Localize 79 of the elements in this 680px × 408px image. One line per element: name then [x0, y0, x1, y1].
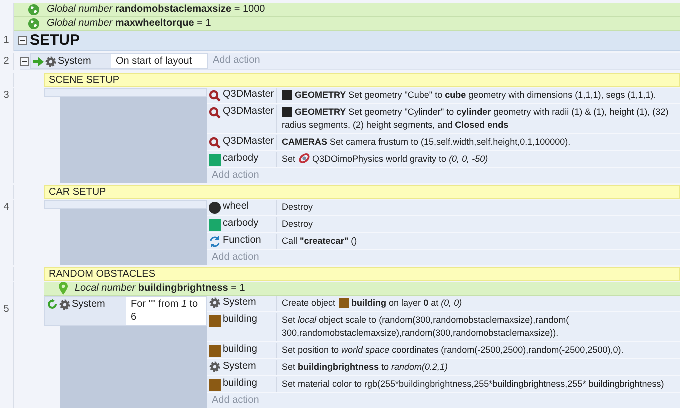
globe-icon [28, 4, 40, 16]
group-bar[interactable]: RANDOM OBSTACLES [44, 267, 680, 281]
cycle-arrows-icon [209, 236, 221, 248]
object-name: System [58, 56, 92, 68]
condition-block[interactable]: System On start of layout [30, 53, 208, 69]
object-name: Q3DMaster [223, 106, 274, 118]
action-text: Set local object scale to (random(300,randomobstaclemaxsize),random( 300,randomobstaclemaxsize),random(300,randomobstaclemaxsize)). [282, 315, 570, 338]
loop-icon [47, 299, 58, 310]
magnifier-icon [209, 90, 221, 102]
action-row[interactable]: Q3DMaster GEOMETRY Set geometry "Cylinder" to cylinder geometry with radii (1) & (1), height (1), (32) radius segments, (2) height segments, and Closed ends [207, 105, 680, 134]
object-name: System [72, 299, 106, 311]
action-text: Q3DOimoPhysics world gravity to (0, 0, -50) [312, 154, 488, 164]
object-name: Function [223, 235, 262, 247]
condition-block[interactable]: System For "" from 1 to 6 [44, 296, 207, 326]
action-row[interactable]: carbody Destroy [207, 217, 680, 233]
magnifier-icon [209, 107, 221, 119]
object-name: carbody [223, 218, 259, 230]
action-text: Set [282, 154, 296, 164]
action-row[interactable]: Function Call "createcar" () [207, 234, 680, 250]
condition-text: On start of layout [111, 54, 207, 68]
line-number: 1 [2, 34, 10, 48]
pin-icon [59, 282, 68, 295]
line-number: 3 [2, 89, 10, 103]
gear-icon [59, 299, 71, 311]
action-row[interactable]: wheel Destroy [207, 200, 680, 216]
object-name: Q3DMaster [223, 136, 274, 148]
object-name: System [223, 297, 256, 309]
globe-icon [28, 18, 40, 30]
group-bar[interactable]: CAR SETUP [44, 185, 680, 199]
action-text: Set material color to rgb(255*buildingbrightness,255*buildingbrightness,255* buildingbrightness) [282, 379, 664, 389]
collapse-icon[interactable] [18, 36, 27, 45]
variable-bar[interactable]: Global number randomobstaclemaxsize = 1000 [14, 3, 680, 17]
action-text: Set position to world space coordinates (random(-2500,2500),random(-2500,2500),0). [282, 345, 624, 355]
object-name: System [223, 361, 256, 373]
action-row[interactable]: carbody Set Q3DOimoPhysics world gravity to (0, 0, -50) [207, 152, 680, 168]
group-title: SCENE SETUP [49, 74, 120, 86]
action-text: CAMERAS Set camera frustum to (15,self.width,self.height,0.1,100000). [282, 137, 571, 147]
action-row[interactable]: building Set position to world space coordinates (random(-2500,2500),random(-2500,2500),0). [207, 343, 680, 359]
group-bar[interactable]: SCENE SETUP [44, 73, 680, 87]
line-number: 2 [2, 55, 10, 69]
line-number: 5 [2, 303, 10, 317]
variable-bar[interactable]: Global number maxwheeltorque = 1 [14, 17, 680, 31]
action-row[interactable]: Q3DMaster CAMERAS Set camera frustum to (15,self.width,self.height,0.1,100000). [207, 135, 680, 151]
gear-icon [209, 297, 221, 309]
action-text: Create object [282, 298, 336, 308]
object-name: building [223, 378, 258, 390]
object-name: wheel [223, 201, 250, 213]
action-text: Set buildingbrightness to random(0.2,1) [282, 362, 448, 372]
action-text: Destroy [282, 219, 314, 229]
action-text: GEOMETRY Set geometry "Cube" to cube geometry with dimensions (1,1,1), segs (1,1,1). [295, 90, 656, 100]
line-number: 4 [2, 201, 10, 215]
magnifier-icon [209, 137, 221, 149]
condition-text: For "" from 1 to 6 [126, 297, 206, 325]
action-text: GEOMETRY Set geometry "Cylinder" to cylinder geometry with radii (1) & (1), height (1), (32) radius segments, (2) height segments, and Closed ends [282, 107, 669, 130]
action-row[interactable]: Q3DMaster GEOMETRY Set geometry "Cube" to cube geometry with dimensions (1,1,1), segs (1,1,1). [207, 88, 680, 104]
variable-text: Global number randomobstaclemaxsize = 1000 [47, 3, 266, 16]
collapse-icon[interactable] [20, 56, 29, 66]
action-row[interactable]: System Set buildingbrightness to random(0.2,1) [207, 360, 680, 376]
action-text: building on layer 0 at (0, 0) [352, 298, 462, 308]
group-title: SETUP [30, 32, 80, 49]
action-text: Call "createcar" () [282, 236, 358, 246]
action-row[interactable]: System Create object building on layer 0 at (0, 0) [207, 296, 680, 312]
object-name: building [223, 344, 258, 356]
object-name: carbody [223, 153, 259, 165]
action-row[interactable]: building Set local object scale to (random(300,randomobstaclemaxsize),random( 300,randomobstaclemaxsize),random(300,randomobstaclemaxsize)). [207, 313, 680, 342]
group-title: RANDOM OBSTACLES [49, 268, 156, 280]
gear-icon [209, 361, 221, 373]
arrow-right-icon [33, 57, 44, 67]
variable-bar[interactable]: Local number buildingbrightness = 1 [44, 282, 680, 296]
variable-text: Global number maxwheeltorque = 1 [47, 17, 212, 30]
object-name: Q3DMaster [223, 89, 274, 101]
object-name: building [223, 314, 258, 326]
action-text: Destroy [282, 202, 314, 212]
group-title: CAR SETUP [49, 186, 106, 198]
action-row[interactable]: building Set material color to rgb(255*buildingbrightness,255*buildingbrightness,255* buildingbrightness) [207, 377, 680, 393]
ring-logo-icon [298, 153, 310, 164]
group-bar[interactable]: SETUP [14, 31, 680, 51]
gear-icon [45, 56, 57, 68]
variable-text: Local number buildingbrightness = 1 [75, 282, 246, 295]
